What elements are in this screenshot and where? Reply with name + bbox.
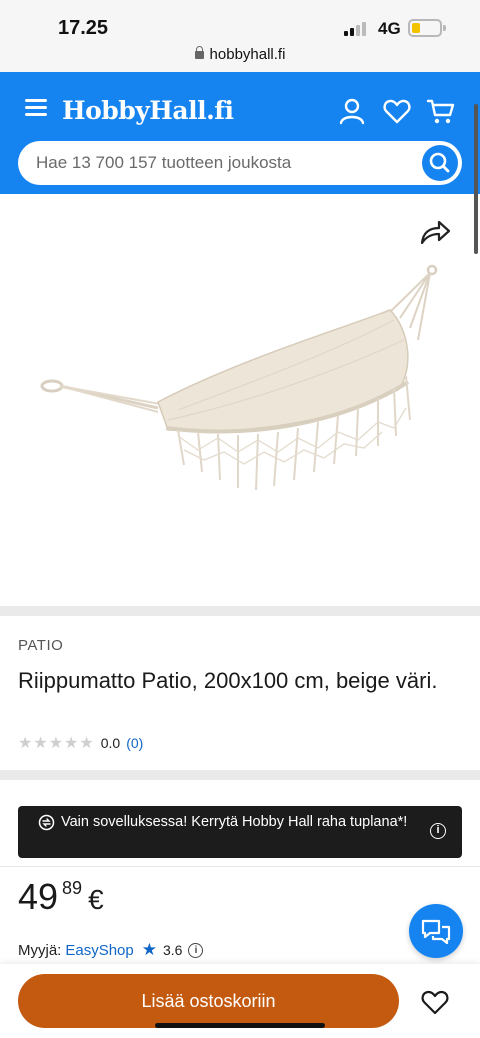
seller-info: Myyjä: EasyShop ★ 3.6 i	[18, 940, 204, 960]
battery-icon	[408, 19, 446, 37]
lock-icon	[194, 46, 204, 59]
scrollbar[interactable]	[474, 104, 478, 254]
search-icon	[429, 152, 450, 173]
chat-button[interactable]	[409, 904, 463, 958]
seller-info-icon[interactable]: i	[188, 942, 204, 958]
search-bar	[18, 141, 462, 185]
price-euros: 49	[18, 876, 59, 917]
share-icon[interactable]	[418, 216, 452, 246]
clock: 17.25	[58, 17, 109, 39]
search-input[interactable]	[36, 141, 416, 185]
add-to-cart-button[interactable]: Lisää ostoskoriin	[18, 974, 399, 1028]
rating-value: 0.0	[100, 735, 121, 751]
promo-text: Vain sovelluksessa! Kerrytä Hobby Hall r…	[61, 814, 408, 830]
app-promo-banner[interactable]: Vain sovelluksessa! Kerrytä Hobby Hall r…	[18, 806, 462, 858]
favorite-icon[interactable]	[420, 988, 450, 1016]
signal-icon	[344, 20, 366, 36]
rating-stars: ★★★★★	[18, 735, 95, 752]
hammock-image	[40, 264, 438, 491]
seller-label: Myyjä:	[18, 941, 62, 959]
network-type: 4G	[378, 19, 401, 38]
url-text: hobbyhall.fi	[209, 46, 286, 63]
site-logo[interactable]: HobbyHall.fi	[62, 96, 234, 125]
cart-icon[interactable]	[426, 96, 456, 126]
product-title: Riippumatto Patio, 200x100 cm, beige vär…	[18, 668, 438, 693]
price-currency: €	[88, 884, 104, 915]
exchange-icon	[38, 814, 55, 831]
product-price: 49 89 €	[18, 876, 104, 918]
user-icon[interactable]	[337, 96, 367, 126]
chat-icon	[421, 919, 451, 945]
review-count-link[interactable]: (0)	[126, 735, 143, 751]
price-cents: 89	[62, 878, 83, 898]
status-bar: 17.25 4G hobbyhall.fi	[0, 0, 480, 72]
home-indicator[interactable]	[155, 1023, 325, 1028]
heart-icon[interactable]	[382, 96, 412, 126]
section-divider	[0, 770, 480, 780]
search-button[interactable]	[422, 145, 458, 181]
section-divider	[0, 606, 480, 616]
info-icon[interactable]: i	[430, 823, 446, 839]
seller-name-link[interactable]: EasyShop	[65, 942, 133, 959]
star-icon: ★	[141, 940, 157, 959]
menu-icon[interactable]	[25, 99, 47, 117]
product-rating[interactable]: ★★★★★ 0.0 (0)	[18, 733, 143, 753]
address-bar[interactable]: hobbyhall.fi	[0, 46, 480, 63]
seller-rating: 3.6	[162, 942, 183, 958]
product-brand[interactable]: PATIO	[18, 637, 63, 654]
divider-line	[0, 866, 480, 867]
